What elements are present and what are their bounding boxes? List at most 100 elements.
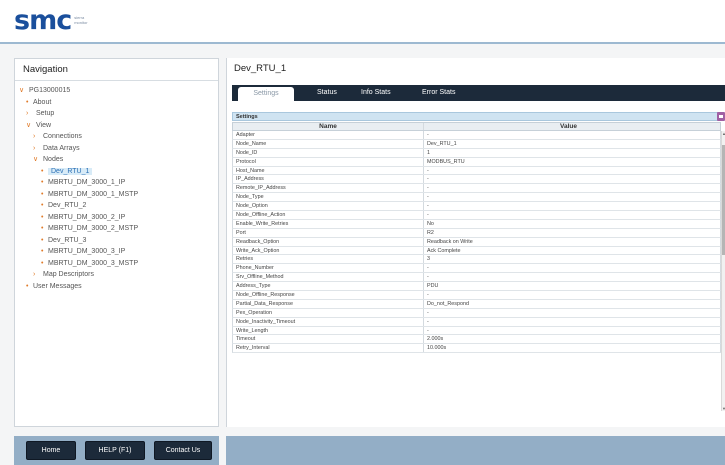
table-row: Remote_IP_Address - xyxy=(232,184,721,194)
tree-item[interactable]: ∨ Nodes xyxy=(19,154,218,166)
setting-name: Node_Type xyxy=(233,193,424,202)
logo-wordmark: smc xyxy=(14,5,72,36)
tree-item[interactable]: • Dev_RTU_2 xyxy=(19,200,218,212)
tree-item[interactable]: • MBRTU_DM_3000_3_IP xyxy=(19,246,218,258)
setting-name: Host_Name xyxy=(233,166,424,175)
table-row: Partial_Data_Response Do_not_Respond xyxy=(232,299,721,309)
help-button[interactable]: HELP (F1) xyxy=(85,441,145,460)
chevron-down-icon[interactable]: ∨ xyxy=(19,85,29,97)
table-row: Node_Offline_Response - xyxy=(232,291,721,300)
column-header-name: Name xyxy=(233,123,424,130)
settings-collapse-icon[interactable] xyxy=(717,112,725,121)
tree-item-label: Data Arrays xyxy=(43,144,80,152)
table-row: Pex_Operation - xyxy=(232,308,721,318)
setting-value: 1 xyxy=(427,149,430,156)
setting-value: Readback on Write xyxy=(427,238,473,245)
table-row: Node_Inactivity_Timeout - xyxy=(232,317,721,327)
chevron-right-icon[interactable]: › xyxy=(33,269,43,281)
setting-value: Ack Complete xyxy=(427,247,461,254)
setting-value: - xyxy=(427,212,429,219)
setting-value: R2 xyxy=(427,229,434,236)
table-scrollbar[interactable]: ▲ ▼ xyxy=(721,131,725,411)
setting-value: Dev_RTU_1 xyxy=(427,140,457,147)
tree-item[interactable]: • MBRTU_DM_3000_2_MSTP xyxy=(19,223,218,235)
setting-value: - xyxy=(427,132,429,138)
tree-item-label: Dev_RTU_2 xyxy=(48,202,87,209)
setting-name: Readback_Option xyxy=(233,237,424,246)
tree-item[interactable]: ∨ PG13000015 xyxy=(19,85,218,97)
tree-item[interactable]: ∨ View xyxy=(19,120,218,132)
bullet-icon: • xyxy=(41,236,44,244)
table-header: Name Value xyxy=(232,122,721,131)
tree-item-label: MBRTU_DM_3000_2_MSTP xyxy=(48,225,139,232)
settings-table: Name Value Adapter - Node_Name Dev_RTU_1 Nod… xyxy=(232,122,721,354)
tree-item[interactable]: • About xyxy=(19,97,218,109)
table-row: Retry_Interval 10.000s xyxy=(232,344,721,354)
bullet-icon: • xyxy=(26,98,29,106)
bullet-icon: • xyxy=(41,213,44,221)
chevron-down-icon[interactable]: ∨ xyxy=(33,154,43,166)
tree-item[interactable]: › Setup xyxy=(19,108,218,120)
bullet-icon: • xyxy=(41,179,44,186)
setting-name: Write_Length xyxy=(233,326,424,335)
tree-item-label: MBRTU_DM_3000_1_MSTP xyxy=(48,190,139,198)
chevron-down-icon[interactable]: ∨ xyxy=(26,120,36,132)
tree-item[interactable]: • MBRTU_DM_3000_1_IP xyxy=(19,177,218,189)
setting-name: Protocol xyxy=(233,157,424,166)
tree-item-label: Nodes xyxy=(43,156,64,163)
setting-name: Node_Offline_Action xyxy=(233,211,424,219)
tab-settings[interactable]: Settings xyxy=(238,87,294,101)
table-body: Adapter - Node_Name Dev_RTU_1 Node_ID 1 Protoc… xyxy=(232,131,721,354)
contact-us-button[interactable]: Contact Us xyxy=(154,441,212,460)
table-row: Write_Length - xyxy=(232,326,721,336)
tree-item-label: MBRTU_DM_3000_3_MSTP xyxy=(48,259,139,267)
setting-value: PDU xyxy=(427,283,439,290)
setting-value: - xyxy=(427,274,429,281)
table-row: Node_Offline_Action - xyxy=(232,211,721,220)
setting-value: 10.000s xyxy=(427,345,447,352)
setting-name: Timeout xyxy=(233,335,424,344)
setting-name: Phone_Number xyxy=(233,264,424,273)
tree-item[interactable]: • Dev_RTU_1 xyxy=(19,166,218,178)
setting-value: MODBUS_RTU xyxy=(427,158,465,165)
smc-logo[interactable]: smc sierra monitor xyxy=(14,6,96,36)
tree-item[interactable]: • MBRTU_DM_3000_2_IP xyxy=(19,212,218,224)
setting-value: - xyxy=(427,167,429,174)
setting-name: Node_ID xyxy=(233,148,424,157)
tree-item[interactable]: • MBRTU_DM_3000_3_MSTP xyxy=(19,258,218,270)
tree-item[interactable]: › Connections xyxy=(19,131,218,143)
chevron-right-icon[interactable]: › xyxy=(33,131,43,143)
setting-value: - xyxy=(427,203,429,210)
tree-item-label: View xyxy=(36,121,52,129)
setting-name: Node_Option xyxy=(233,202,424,211)
table-row: Phone_Number - xyxy=(232,264,721,274)
tree-item[interactable]: • User Messages xyxy=(19,281,218,293)
tab-status[interactable]: Status xyxy=(317,85,337,101)
tree-item[interactable]: • Dev_RTU_3 xyxy=(19,235,218,247)
tree-item[interactable]: › Data Arrays xyxy=(19,143,218,155)
setting-value: - xyxy=(427,194,429,201)
setting-name: IP_Address xyxy=(233,175,424,184)
home-button[interactable]: Home xyxy=(26,441,76,460)
table-row: Protocol MODBUS_RTU xyxy=(232,157,721,167)
tab-info-stats[interactable]: Info Stats xyxy=(361,85,391,101)
table-row: Srv_Offline_Method - xyxy=(232,273,721,283)
setting-name: Port xyxy=(233,228,424,237)
setting-value: 2.000s xyxy=(427,336,444,343)
tab-error-stats[interactable]: Error Stats xyxy=(422,85,455,101)
tree-item-label: MBRTU_DM_3000_2_IP xyxy=(48,213,126,221)
table-row: Timeout 2.000s xyxy=(232,335,721,345)
chevron-right-icon[interactable]: › xyxy=(26,108,36,120)
setting-value: - xyxy=(427,265,429,272)
setting-name: Address_Type xyxy=(233,282,424,291)
table-row: Node_Name Dev_RTU_1 xyxy=(232,139,721,149)
tree-item[interactable]: › Map Descriptors xyxy=(19,269,218,281)
tree-item[interactable]: • MBRTU_DM_3000_1_MSTP xyxy=(19,189,218,201)
chevron-right-icon[interactable]: › xyxy=(33,143,43,155)
setting-name: Adapter xyxy=(233,131,424,139)
navigation-tree: ∨ PG13000015 • About › Setup ∨ View › Connections… xyxy=(15,81,218,292)
tree-item-label: PG13000015 xyxy=(29,87,71,94)
tree-item-label: MBRTU_DM_3000_3_IP xyxy=(48,248,126,255)
table-row: Port R2 xyxy=(232,228,721,238)
setting-name: Srv_Offline_Method xyxy=(233,273,424,282)
